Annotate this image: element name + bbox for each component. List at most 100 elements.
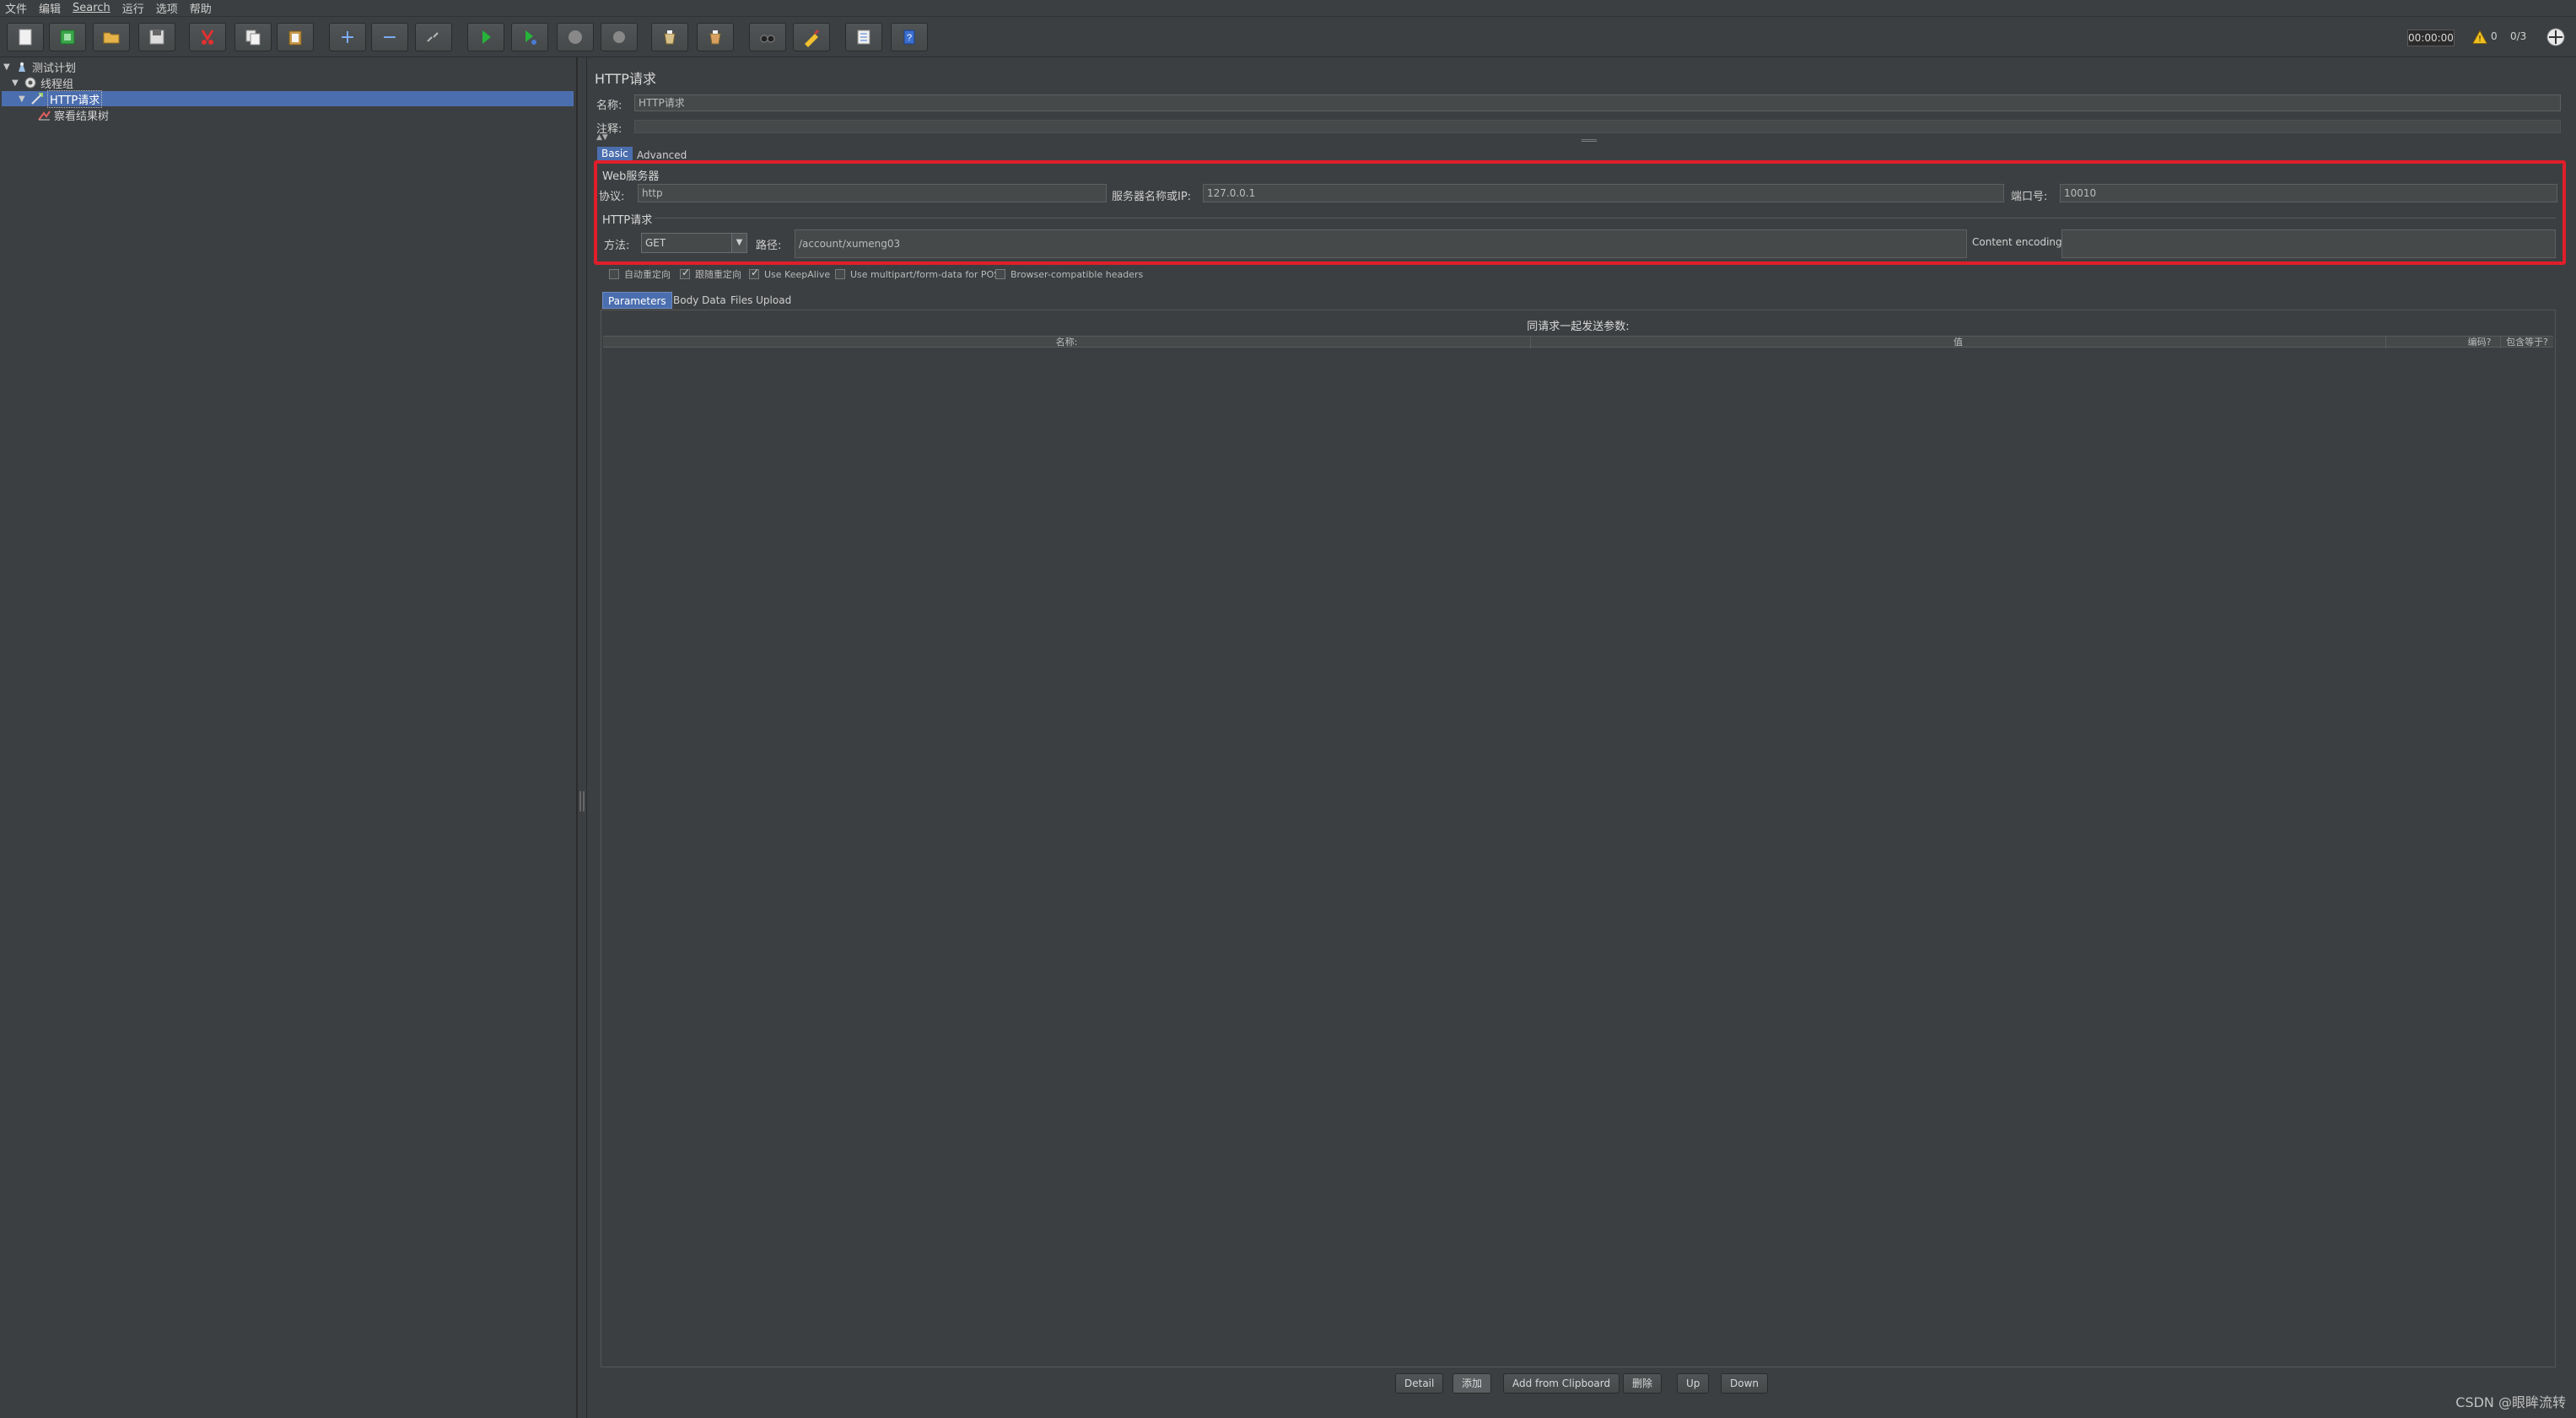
toolbar: + − ? 00:00:00 ! 0 0/3 — [0, 19, 2576, 57]
panel-splitter[interactable] — [577, 57, 587, 1418]
copy-icon — [245, 30, 261, 46]
tab-basic[interactable]: Basic — [597, 147, 633, 160]
tab-files-upload[interactable]: Files Upload — [725, 292, 796, 309]
result-tree-icon — [37, 108, 51, 121]
toggle-button[interactable] — [415, 23, 452, 51]
detail-button[interactable]: Detail — [1395, 1373, 1444, 1394]
menu-help[interactable]: 帮助 — [190, 0, 212, 16]
checkbox-icon[interactable] — [749, 267, 759, 279]
delete-button[interactable]: 删除 — [1623, 1373, 1663, 1394]
tree-item-http-request[interactable]: ▼ HTTP请求 — [19, 89, 103, 108]
expand-arrow-icon[interactable]: ▼ — [19, 94, 29, 104]
shutdown-icon — [613, 31, 625, 43]
tab-parameters[interactable]: Parameters — [602, 292, 672, 309]
expand-arrow-icon[interactable]: ▼ — [3, 62, 13, 72]
menu-options[interactable]: 选项 — [156, 0, 178, 16]
parameters-caption: 同请求一起发送参数: — [1527, 321, 1630, 333]
checkbox-multipart[interactable]: Use multipart/form-data for POST — [835, 267, 1005, 282]
start-no-pause-icon — [525, 30, 536, 45]
method-select[interactable]: GET ▼ — [641, 233, 747, 253]
splitter-grip[interactable] — [579, 791, 585, 811]
checkbox-icon[interactable] — [609, 269, 619, 279]
up-button[interactable]: Up — [1677, 1373, 1710, 1394]
checkbox-label: 自动重定向 — [624, 269, 671, 280]
http-request-group-title: HTTP请求 — [602, 214, 653, 227]
clear-all-button[interactable] — [697, 23, 734, 51]
method-label: 方法: — [604, 240, 630, 252]
menu-run[interactable]: 运行 — [122, 0, 144, 16]
column-header-encode[interactable]: 编码? — [2459, 337, 2501, 348]
remote-globe-icon[interactable] — [2546, 27, 2566, 47]
tab-body-data[interactable]: Body Data — [668, 292, 731, 309]
protocol-field[interactable]: http — [638, 184, 1107, 202]
collapse-icon: − — [381, 26, 398, 48]
toggle-icon — [427, 32, 439, 42]
save-button[interactable] — [138, 23, 175, 51]
watermark: CSDN @眼眸流转 — [2455, 1394, 2566, 1410]
web-server-group-title: Web服务器 — [602, 170, 660, 183]
stop-button[interactable] — [557, 23, 594, 51]
menu-search[interactable]: Search — [73, 2, 110, 14]
cut-icon — [201, 30, 214, 45]
function-helper-icon — [857, 30, 870, 45]
function-helper-button[interactable] — [845, 23, 882, 51]
tree-item-label: 察看结果树 — [54, 110, 110, 123]
add-button[interactable]: 添加 — [1452, 1373, 1492, 1394]
comment-field[interactable] — [634, 120, 2561, 133]
start-button[interactable] — [467, 23, 504, 51]
menu-bar: 文件 编辑 Search 运行 选项 帮助 — [0, 0, 2576, 17]
page-title: HTTP请求 — [595, 71, 656, 87]
server-label: 服务器名称或IP: — [1112, 191, 1192, 203]
search-button[interactable] — [749, 23, 786, 51]
collapse-button[interactable]: − — [371, 23, 408, 51]
menu-edit[interactable]: 编辑 — [39, 0, 61, 16]
help-icon: ? — [903, 30, 915, 45]
save-icon — [149, 30, 164, 45]
warning-icon[interactable]: ! — [2471, 29, 2488, 46]
reset-search-button[interactable] — [793, 23, 830, 51]
http-sampler-icon — [30, 92, 44, 105]
checkbox-browser-headers[interactable]: Browser-compatible headers — [995, 267, 1143, 282]
open-icon — [103, 32, 120, 44]
templates-button[interactable] — [49, 23, 86, 51]
checkbox-keepalive[interactable]: Use KeepAlive — [749, 267, 830, 282]
start-no-pause-button[interactable] — [511, 23, 548, 51]
expand-arrow-icon[interactable]: ▼ — [12, 78, 22, 88]
column-header-include-equals[interactable]: 包含等于? — [2501, 337, 2553, 348]
checkbox-icon[interactable] — [995, 269, 1005, 279]
cut-button[interactable] — [189, 23, 226, 51]
server-field[interactable]: 127.0.0.1 — [1203, 184, 2004, 202]
clear-button[interactable] — [651, 23, 688, 51]
search-icon — [760, 35, 775, 43]
resize-handle-icon[interactable]: ═══ — [1582, 137, 1597, 146]
add-from-clipboard-button[interactable]: Add from Clipboard — [1503, 1373, 1620, 1394]
checkbox-follow-redirects[interactable]: 跟随重定向 — [680, 267, 741, 282]
new-button[interactable] — [7, 23, 44, 51]
column-header-name[interactable]: 名称: — [603, 337, 1531, 348]
shutdown-button[interactable] — [601, 23, 638, 51]
paste-button[interactable] — [277, 23, 314, 51]
tree-item-thread-group[interactable]: ▼ 线程组 — [12, 75, 73, 91]
path-field[interactable]: /account/xumeng03 — [795, 229, 1967, 258]
active-threads: 0/3 — [2510, 30, 2527, 42]
down-button[interactable]: Down — [1721, 1373, 1769, 1394]
tree-item-test-plan[interactable]: ▼ 测试计划 — [3, 59, 76, 75]
templates-icon — [60, 30, 75, 45]
checkbox-icon[interactable] — [835, 269, 845, 279]
open-button[interactable] — [93, 23, 130, 51]
warning-count: 0 — [2491, 30, 2498, 42]
port-field[interactable]: 10010 — [2060, 184, 2557, 202]
content-encoding-field[interactable] — [2061, 229, 2556, 258]
checkbox-icon[interactable] — [680, 267, 690, 279]
test-plan-icon — [15, 60, 29, 73]
parameters-table-header: 名称: 值 编码? 包含等于? — [603, 336, 2553, 348]
collapse-arrows-icon[interactable]: ▲▼ — [596, 133, 608, 142]
checkbox-auto-redirect[interactable]: 自动重定向 — [609, 267, 671, 282]
name-field[interactable]: HTTP请求 — [634, 94, 2561, 111]
help-button[interactable]: ? — [891, 23, 928, 51]
column-header-value[interactable]: 值 — [1531, 337, 2386, 348]
tree-item-result-tree[interactable]: 察看结果树 — [37, 107, 110, 123]
menu-file[interactable]: 文件 — [5, 0, 27, 16]
expand-button[interactable]: + — [329, 23, 366, 51]
copy-button[interactable] — [234, 23, 272, 51]
